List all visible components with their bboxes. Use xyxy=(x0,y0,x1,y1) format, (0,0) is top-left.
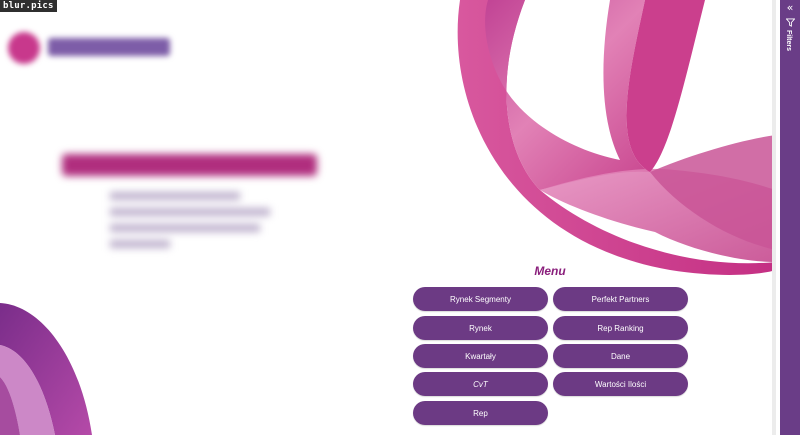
report-canvas: blur.pics Menu Rynek Segmenty Perfekt Pa… xyxy=(0,0,776,435)
nav-button-perfekt-partners[interactable]: Perfekt Partners xyxy=(553,287,688,311)
nav-button-kwartaly[interactable]: Kwartały xyxy=(413,344,548,368)
filters-pane[interactable]: « Filters xyxy=(780,0,800,435)
company-logo xyxy=(8,32,170,64)
filters-label[interactable]: Filters xyxy=(785,30,792,51)
canvas-edge xyxy=(772,0,776,435)
decorative-ribbon-top xyxy=(457,0,776,275)
funnel-icon xyxy=(786,18,795,27)
report-title-blurred xyxy=(62,154,317,176)
nav-button-rep-ranking[interactable]: Rep Ranking xyxy=(553,316,688,340)
nav-button-rep[interactable]: Rep xyxy=(413,401,548,425)
nav-button-cvt[interactable]: CvT xyxy=(413,372,548,396)
menu-title: Menu xyxy=(534,264,566,278)
nav-button-dane[interactable]: Dane xyxy=(553,344,688,368)
report-description-blurred xyxy=(110,192,270,248)
nav-button-wartosci-ilosci[interactable]: Wartości Ilości xyxy=(553,372,688,396)
decorative-ribbon-bottom xyxy=(0,303,92,435)
nav-button-rynek-segmenty[interactable]: Rynek Segmenty xyxy=(413,287,548,311)
nav-button-rynek[interactable]: Rynek xyxy=(413,316,548,340)
watermark: blur.pics xyxy=(0,0,57,12)
double-chevron-left-icon[interactable]: « xyxy=(780,1,800,14)
